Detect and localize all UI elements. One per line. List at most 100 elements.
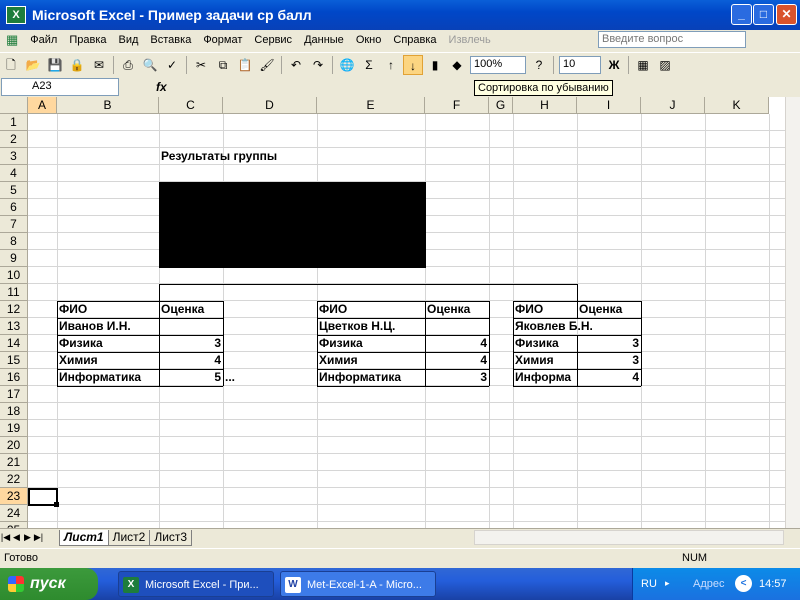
menu-data[interactable]: Данные: [298, 34, 350, 46]
new-icon[interactable]: 🗋: [1, 55, 21, 75]
menu-help[interactable]: Справка: [387, 34, 442, 46]
cell-i12[interactable]: Оценка: [577, 301, 641, 318]
sort-descending-icon[interactable]: ↓: [403, 54, 423, 75]
cell-c7[interactable]: ...: [159, 216, 223, 233]
cell-e8[interactable]: 3,67: [317, 233, 425, 250]
col-header-c[interactable]: C: [159, 97, 223, 114]
language-indicator[interactable]: RU: [641, 578, 657, 590]
cell-e14[interactable]: Физика: [317, 335, 425, 352]
print-icon[interactable]: ⎙: [118, 55, 138, 75]
col-header-k[interactable]: K: [705, 97, 769, 114]
row-header-3[interactable]: 3: [0, 148, 28, 165]
cell-h12[interactable]: ФИО: [513, 301, 577, 318]
col-header-d[interactable]: D: [223, 97, 317, 114]
name-box[interactable]: A23: [1, 78, 119, 96]
cell-b14[interactable]: Физика: [57, 335, 159, 352]
workbook-icon[interactable]: ▦: [0, 32, 24, 48]
row-header-6[interactable]: 6: [0, 199, 28, 216]
save-icon[interactable]: 💾: [45, 55, 65, 75]
cell-e13[interactable]: Цветков Н.Ц.: [317, 318, 425, 335]
cell-c9[interactable]: 16: [159, 250, 223, 267]
col-header-a[interactable]: A: [28, 97, 57, 114]
horizontal-scrollbar[interactable]: [474, 530, 784, 545]
cell-e9[interactable]: 3,33: [317, 250, 425, 267]
row-header-7[interactable]: 7: [0, 216, 28, 233]
tray-arrow-icon[interactable]: ▸: [665, 578, 670, 589]
cell-h16[interactable]: Информа: [513, 369, 577, 386]
row-header-11[interactable]: 11: [0, 284, 28, 301]
row-header-22[interactable]: 22: [0, 471, 28, 488]
start-button[interactable]: пуск: [0, 568, 98, 600]
menu-window[interactable]: Окно: [350, 34, 388, 46]
row-header-17[interactable]: 17: [0, 386, 28, 403]
row-header-16[interactable]: 16: [0, 369, 28, 386]
col-header-g[interactable]: G: [489, 97, 513, 114]
col-header-h[interactable]: H: [513, 97, 577, 114]
cell-i15[interactable]: 3: [577, 352, 641, 369]
maximize-button[interactable]: □: [753, 4, 774, 25]
cell-c6[interactable]: 1: [159, 199, 223, 216]
col-header-f[interactable]: F: [425, 97, 489, 114]
last-sheet-icon[interactable]: ▶|: [33, 532, 44, 543]
cell-b13[interactable]: Иванов И.Н.: [57, 318, 159, 335]
redo-icon[interactable]: ↷: [308, 55, 328, 75]
tab-sheet1[interactable]: Лист1: [59, 529, 109, 546]
cut-icon[interactable]: ✂: [191, 55, 211, 75]
row-header-5[interactable]: 5: [0, 182, 28, 199]
excel-icon[interactable]: X: [6, 6, 26, 24]
copy-icon[interactable]: ⧉: [213, 55, 233, 75]
menu-file[interactable]: Файл: [24, 34, 63, 46]
cell-d6[interactable]: Иванов И.Н.: [223, 199, 317, 216]
cell-d16[interactable]: ...: [223, 369, 317, 386]
cell-e16[interactable]: Информатика: [317, 369, 425, 386]
row-header-18[interactable]: 18: [0, 403, 28, 420]
help-icon[interactable]: ?: [529, 55, 549, 75]
menu-insert[interactable]: Вставка: [144, 34, 197, 46]
cell-b15[interactable]: Химия: [57, 352, 159, 369]
print-preview-icon[interactable]: 🔍: [140, 55, 160, 75]
minimize-button[interactable]: _: [731, 4, 752, 25]
row-header-19[interactable]: 19: [0, 420, 28, 437]
help-search-input[interactable]: Введите вопрос: [598, 31, 746, 48]
spelling-icon[interactable]: ✓: [162, 55, 182, 75]
prev-sheet-icon[interactable]: ◀: [11, 532, 22, 543]
cell-f15[interactable]: 4: [425, 352, 489, 369]
row-header-23[interactable]: 23: [0, 488, 28, 505]
cell-f12[interactable]: Оценка: [425, 301, 489, 318]
taskbar-word[interactable]: W Met-Excel-1-A - Micro...: [280, 571, 436, 597]
fill-color-icon[interactable]: ▨: [655, 55, 675, 75]
cell-e6[interactable]: 4,00: [317, 199, 425, 216]
row-header-20[interactable]: 20: [0, 437, 28, 454]
col-header-e[interactable]: E: [317, 97, 425, 114]
zoom-select[interactable]: 100%: [470, 55, 526, 74]
col-header-i[interactable]: I: [577, 97, 641, 114]
cell-e7[interactable]: ...: [317, 216, 425, 233]
row-header-21[interactable]: 21: [0, 454, 28, 471]
cell-d8[interactable]: Цветков Н.Ц.: [223, 233, 317, 250]
row-header-10[interactable]: 10: [0, 267, 28, 284]
cell-c3[interactable]: Результаты группы: [159, 148, 319, 165]
close-button[interactable]: ✕: [776, 4, 797, 25]
fx-icon[interactable]: fx: [156, 80, 167, 94]
menu-edit[interactable]: Правка: [63, 34, 112, 46]
cell-h15[interactable]: Химия: [513, 352, 577, 369]
cell-c14[interactable]: 3: [159, 335, 223, 352]
row-header-14[interactable]: 14: [0, 335, 28, 352]
cell-c16[interactable]: 5: [159, 369, 223, 386]
row-header-1[interactable]: 1: [0, 114, 28, 131]
cell-d5[interactable]: ФИО: [223, 182, 317, 199]
cell-c5[interactable]: № пп: [159, 182, 223, 199]
worksheet-grid[interactable]: A B C D E F G H I J K 1 2 3 4 5 6 7 8 9 10 11 12 13 1…: [0, 97, 800, 528]
tab-sheet3[interactable]: Лист3: [149, 529, 193, 546]
cell-h13[interactable]: Яковлев Б.Н.: [513, 318, 641, 335]
cell-d9[interactable]: Яковлев Б.Н.: [223, 250, 317, 267]
autosum-icon[interactable]: Σ: [359, 55, 379, 75]
row-header-8[interactable]: 8: [0, 233, 28, 250]
cell-i14[interactable]: 3: [577, 335, 641, 352]
fill-handle[interactable]: [54, 502, 59, 507]
col-header-j[interactable]: J: [641, 97, 705, 114]
cell-f14[interactable]: 4: [425, 335, 489, 352]
row-header-15[interactable]: 15: [0, 352, 28, 369]
cell-i16[interactable]: 4: [577, 369, 641, 386]
cell-e12[interactable]: ФИО: [317, 301, 425, 318]
